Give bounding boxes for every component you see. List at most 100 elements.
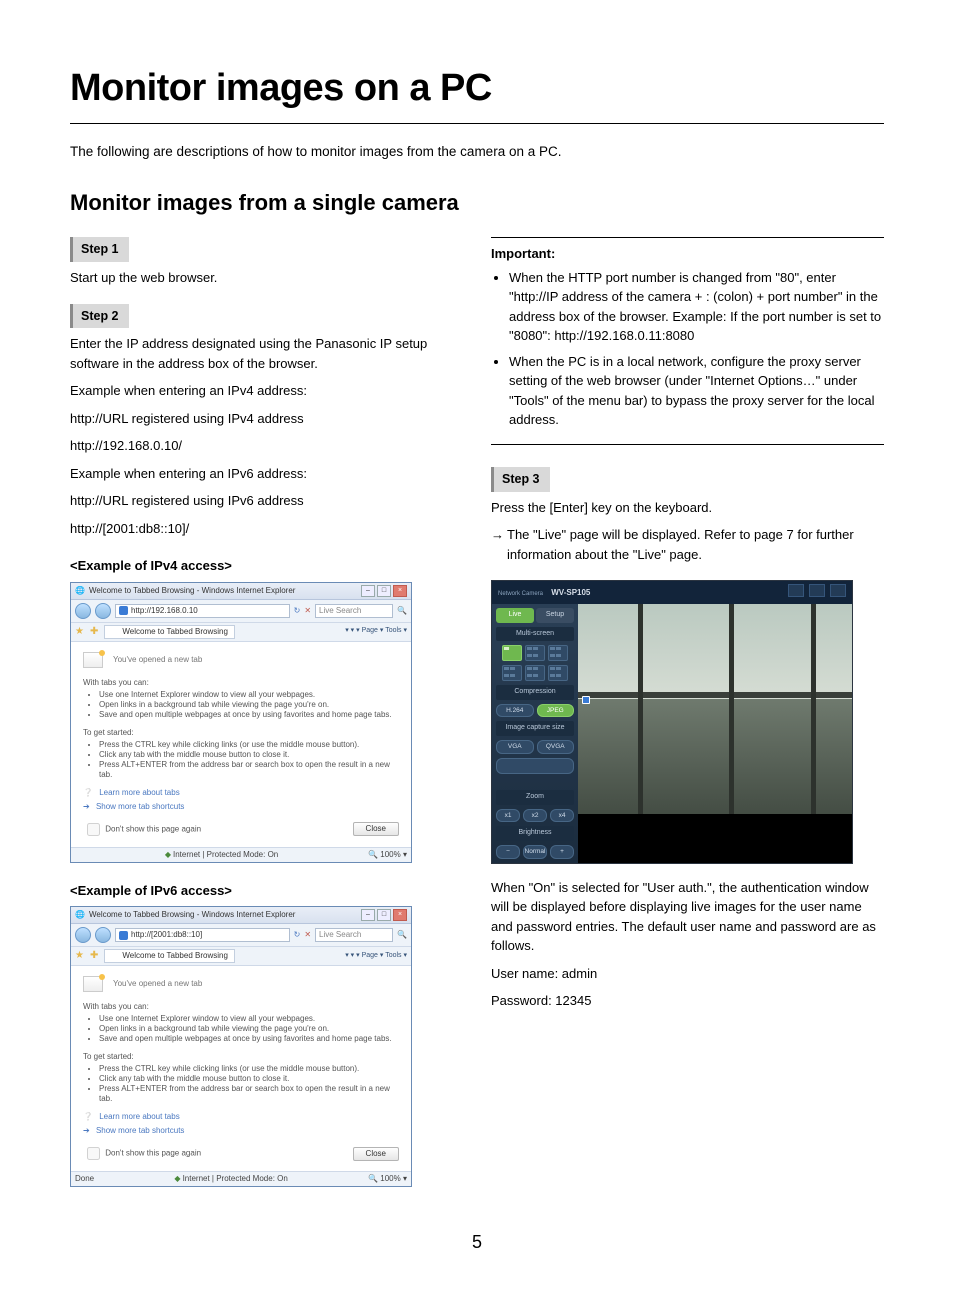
important-label: Important: bbox=[491, 244, 884, 264]
important-item: When the PC is in a local network, confi… bbox=[509, 352, 884, 430]
maximize-icon: □ bbox=[377, 909, 391, 921]
cam-size-button bbox=[496, 758, 574, 775]
learn-more-link: Learn more about tabs bbox=[99, 1112, 180, 1121]
refresh-icon: ↻ bbox=[294, 606, 301, 616]
close-button: Close bbox=[353, 822, 399, 836]
newtab-icon bbox=[83, 652, 103, 668]
cam-compression-label: Compression bbox=[496, 685, 574, 700]
minimize-icon: – bbox=[361, 585, 375, 597]
cam-model: WV-SP105 bbox=[551, 588, 590, 597]
cam-brand: Network Camera bbox=[498, 591, 543, 597]
close-button: Close bbox=[353, 1147, 399, 1161]
show-more-link: Show more tab shortcuts bbox=[96, 1126, 184, 1135]
title-rule bbox=[70, 123, 884, 124]
tab-icon bbox=[111, 628, 119, 636]
toolbar-tools: ▾ ▾ ▾ Page ▾ Tools ▾ bbox=[345, 952, 407, 961]
cam-brightness-label: Brightness bbox=[496, 826, 574, 841]
forward-icon bbox=[95, 603, 111, 619]
dont-show-checkbox bbox=[87, 823, 100, 836]
tab-icon bbox=[111, 952, 119, 960]
ie-screenshot-ipv4: 🌐 Welcome to Tabbed Browsing - Windows I… bbox=[70, 582, 412, 863]
browser-tab: Welcome to Tabbed Browsing bbox=[104, 625, 235, 639]
right-column: Important: When the HTTP port number is … bbox=[491, 237, 884, 1197]
page-icon bbox=[119, 931, 128, 940]
address-url: http://192.168.0.10 bbox=[131, 606, 198, 616]
search-box: Live Search bbox=[315, 604, 393, 618]
address-bar: http://192.168.0.10 bbox=[115, 604, 290, 618]
cam-header-icon bbox=[830, 584, 846, 597]
cam-h264-button: H.264 bbox=[496, 704, 534, 718]
address-bar: http://[2001:db8::10] bbox=[115, 928, 290, 942]
ie-screenshot-ipv6: 🌐 Welcome to Tabbed Browsing - Windows I… bbox=[70, 906, 412, 1187]
ipv6-line1: http://URL registered using IPv6 address bbox=[70, 491, 463, 511]
two-column-layout: Step 1 Start up the web browser. Step 2 … bbox=[70, 237, 884, 1197]
with-tabs-label: With tabs you can: bbox=[83, 678, 399, 688]
cam-zoom-x4: x4 bbox=[550, 809, 574, 823]
dont-show-checkbox bbox=[87, 1147, 100, 1160]
default-username: User name: admin bbox=[491, 964, 884, 984]
dont-show-label: Don't show this page again bbox=[105, 1149, 201, 1158]
shield-icon: ◆ bbox=[174, 1174, 180, 1183]
step2-text: Enter the IP address designated using th… bbox=[70, 334, 463, 373]
cam-marker-icon bbox=[582, 696, 590, 704]
ipv4-intro: Example when entering an IPv4 address: bbox=[70, 381, 463, 401]
cam-tab-setup: Setup bbox=[536, 608, 574, 623]
important-box: Important: When the HTTP port number is … bbox=[491, 237, 884, 445]
cam-multiscreen-label: Multi-screen bbox=[496, 627, 574, 642]
tab-label: Welcome to Tabbed Browsing bbox=[122, 627, 228, 637]
ipv6-line2: http://[2001:db8::10]/ bbox=[70, 519, 463, 539]
cam-qvga-button: QVGA bbox=[537, 740, 575, 754]
left-column: Step 1 Start up the web browser. Step 2 … bbox=[70, 237, 463, 1197]
list-item: Open links in a background tab while vie… bbox=[99, 1024, 399, 1034]
cam-header-icon bbox=[788, 584, 804, 597]
search-box: Live Search bbox=[315, 928, 393, 942]
forward-icon bbox=[95, 927, 111, 943]
multiscreen-icon bbox=[548, 645, 568, 661]
cam-vga-button: VGA bbox=[496, 740, 534, 754]
list-item: Save and open multiple webpages at once … bbox=[99, 1034, 399, 1044]
cam-imgcap-label: Image capture size bbox=[496, 721, 574, 736]
arrow-icon: ➔ bbox=[83, 802, 90, 811]
learn-more-link: Learn more about tabs bbox=[99, 788, 180, 797]
favorites-icon: ★ bbox=[75, 626, 84, 639]
zoom-level: 🔍 100% ▾ bbox=[368, 850, 407, 860]
cam-bright-minus: − bbox=[496, 845, 520, 859]
cam-jpeg-button: JPEG bbox=[537, 704, 575, 718]
with-tabs-list: Use one Internet Explorer window to view… bbox=[83, 1014, 399, 1044]
with-tabs-label: With tabs you can: bbox=[83, 1002, 399, 1012]
ie-window-title: Welcome to Tabbed Browsing - Windows Int… bbox=[89, 586, 295, 596]
cam-bright-plus: + bbox=[550, 845, 574, 859]
example-ipv6-heading: <Example of IPv6 access> bbox=[70, 881, 463, 901]
list-item: Use one Internet Explorer window to view… bbox=[99, 1014, 399, 1024]
cam-header-icon bbox=[809, 584, 825, 597]
cam-bright-normal: Normal bbox=[523, 845, 547, 859]
cam-zoom-x2: x2 bbox=[523, 809, 547, 823]
search-icon: 🔍 bbox=[397, 606, 407, 616]
cam-sidebar: Live Setup Multi-screen Compression bbox=[492, 604, 578, 863]
arrow-icon: → bbox=[491, 525, 507, 564]
info-icon: ❔ bbox=[83, 1112, 93, 1121]
arrow-icon: ➔ bbox=[83, 1126, 90, 1135]
ie-window-title: Welcome to Tabbed Browsing - Windows Int… bbox=[89, 910, 295, 920]
stop-icon: ✕ bbox=[304, 606, 311, 616]
intro-text: The following are descriptions of how to… bbox=[70, 142, 884, 162]
info-icon: ❔ bbox=[83, 788, 93, 797]
section-title: Monitor images from a single camera bbox=[70, 186, 884, 219]
ie-app-icon: 🌐 bbox=[75, 586, 85, 596]
add-fav-icon: ✚ bbox=[90, 626, 98, 639]
list-item: Use one Internet Explorer window to view… bbox=[99, 690, 399, 700]
list-item: Press the CTRL key while clicking links … bbox=[99, 740, 399, 750]
cam-video-view bbox=[578, 604, 852, 814]
status-left: Done bbox=[75, 1174, 94, 1184]
step3-result: The "Live" page will be displayed. Refer… bbox=[507, 525, 884, 564]
multiscreen-icon bbox=[525, 665, 545, 681]
step1-text: Start up the web browser. bbox=[70, 268, 463, 288]
with-tabs-list: Use one Internet Explorer window to view… bbox=[83, 690, 399, 720]
cam-tab-live: Live bbox=[496, 608, 534, 623]
close-icon: × bbox=[393, 909, 407, 921]
list-item: Save and open multiple webpages at once … bbox=[99, 710, 399, 720]
page-number: 5 bbox=[70, 1229, 884, 1256]
important-item: When the HTTP port number is changed fro… bbox=[509, 268, 884, 346]
ipv4-line2: http://192.168.0.10/ bbox=[70, 436, 463, 456]
minimize-icon: – bbox=[361, 909, 375, 921]
